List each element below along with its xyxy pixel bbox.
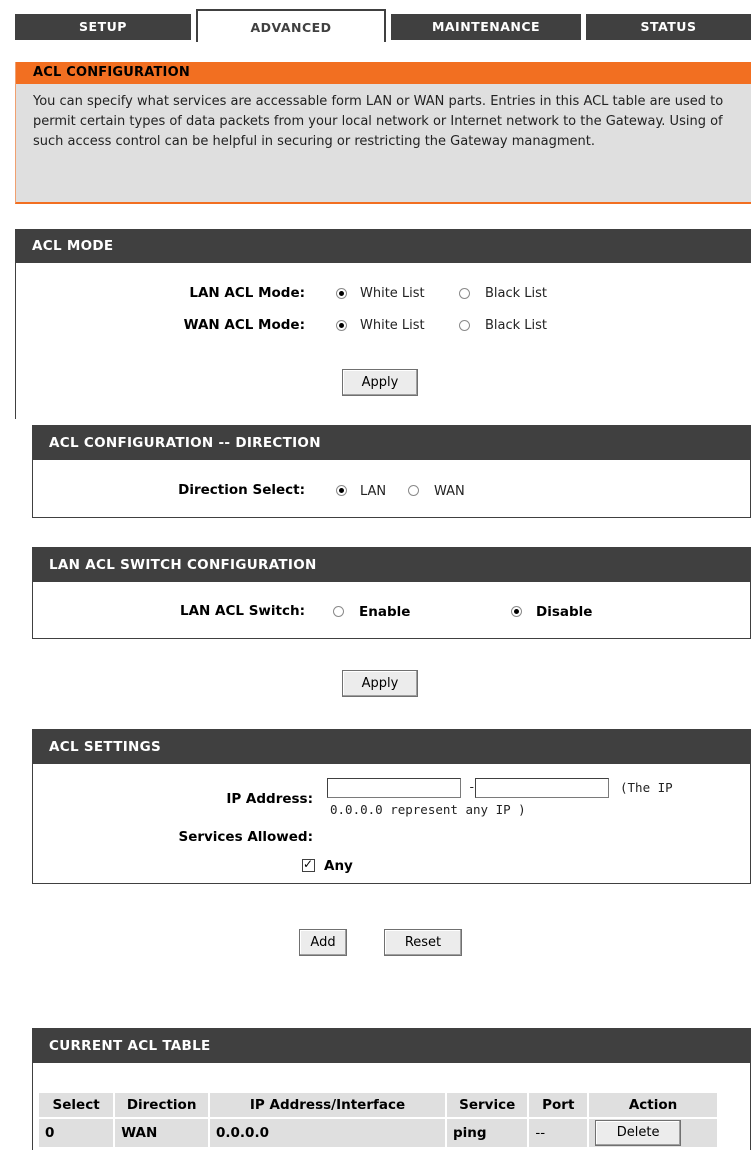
table-row: 0 WAN 0.0.0.0 ping -- Delete — [36, 1117, 719, 1149]
row-direction: WAN — [113, 1117, 211, 1149]
ip-end-input[interactable] — [475, 778, 609, 798]
col-action-header: Action — [587, 1091, 719, 1119]
lan-black-list-label: Black List — [485, 286, 548, 301]
ip-hint-part1: (The IP — [620, 780, 673, 795]
col-ip-header: IP Address/Interface — [208, 1091, 447, 1119]
acl-table: Select Direction IP Address/Interface Se… — [36, 1091, 719, 1149]
lan-black-list-radio[interactable] — [459, 288, 470, 299]
row-ip: 0.0.0.0 — [208, 1117, 447, 1149]
acl-table-header-row: Select Direction IP Address/Interface Se… — [36, 1091, 719, 1119]
wan-acl-mode-label: WAN ACL Mode: — [183, 317, 305, 333]
row-select: 0 — [36, 1117, 116, 1149]
wan-black-list-label: Black List — [485, 318, 548, 333]
lan-white-list-label: White List — [360, 286, 425, 301]
reset-button[interactable]: Reset — [384, 929, 462, 956]
direction-title: ACL CONFIGURATION -- DIRECTION — [33, 426, 750, 460]
tab-maintenance[interactable]: MAINTENANCE — [391, 14, 581, 40]
any-service-checkbox[interactable] — [302, 857, 315, 872]
row-service: ping — [444, 1117, 530, 1149]
services-allowed-label: Services Allowed: — [178, 829, 313, 845]
acl-configuration-title: ACL CONFIGURATION — [16, 62, 751, 84]
any-service-label: Any — [324, 858, 353, 874]
direction-section: ACL CONFIGURATION -- DIRECTION — [32, 425, 751, 518]
add-button[interactable]: Add — [299, 929, 347, 956]
acl-configuration-description: You can specify what services are access… — [33, 94, 724, 149]
tab-advanced[interactable]: ADVANCED — [196, 9, 386, 42]
top-tab-bar: SETUP ADVANCED MAINTENANCE STATUS — [15, 0, 751, 45]
col-direction-header: Direction — [113, 1091, 211, 1119]
col-port-header: Port — [527, 1091, 590, 1119]
col-select-header: Select — [36, 1091, 116, 1119]
acl-settings-title: ACL SETTINGS — [33, 730, 750, 764]
col-service-header: Service — [444, 1091, 530, 1119]
lan-acl-switch-label: LAN ACL Switch: — [180, 603, 305, 619]
switch-enable-radio[interactable] — [333, 606, 344, 617]
direction-lan-radio[interactable] — [336, 485, 347, 496]
wan-white-list-label: White List — [360, 318, 425, 333]
direction-wan-radio[interactable] — [408, 485, 419, 496]
wan-white-list-radio[interactable] — [336, 320, 347, 331]
row-port: -- — [527, 1117, 590, 1149]
wan-black-list-radio[interactable] — [459, 320, 470, 331]
direction-wan-label: WAN — [434, 484, 465, 499]
switch-disable-radio[interactable] — [511, 606, 522, 617]
delete-button[interactable]: Delete — [595, 1120, 682, 1146]
acl-mode-apply-button[interactable]: Apply — [342, 369, 418, 396]
current-acl-table-title: CURRENT ACL TABLE — [33, 1029, 750, 1063]
direction-lan-label: LAN — [360, 484, 387, 499]
switch-disable-label: Disable — [536, 604, 593, 620]
acl-mode-title: ACL MODE — [16, 229, 751, 263]
acl-configuration-intro: ACL CONFIGURATION You can specify what s… — [15, 62, 751, 204]
ip-hint-part2: 0.0.0.0 represent any IP ) — [330, 802, 526, 817]
lan-acl-switch-section: LAN ACL SWITCH CONFIGURATION — [32, 547, 751, 639]
lan-white-list-radio[interactable] — [336, 288, 347, 299]
tab-setup[interactable]: SETUP — [15, 14, 191, 40]
ip-address-label: IP Address: — [226, 791, 313, 807]
lan-acl-mode-label: LAN ACL Mode: — [189, 285, 305, 301]
row-action-cell: Delete — [587, 1117, 719, 1149]
ip-start-input[interactable] — [327, 778, 461, 798]
switch-apply-button[interactable]: Apply — [342, 670, 418, 697]
switch-enable-label: Enable — [359, 604, 411, 620]
tab-status[interactable]: STATUS — [586, 14, 751, 40]
direction-select-label: Direction Select: — [178, 482, 305, 498]
lan-acl-switch-title: LAN ACL SWITCH CONFIGURATION — [33, 548, 750, 582]
